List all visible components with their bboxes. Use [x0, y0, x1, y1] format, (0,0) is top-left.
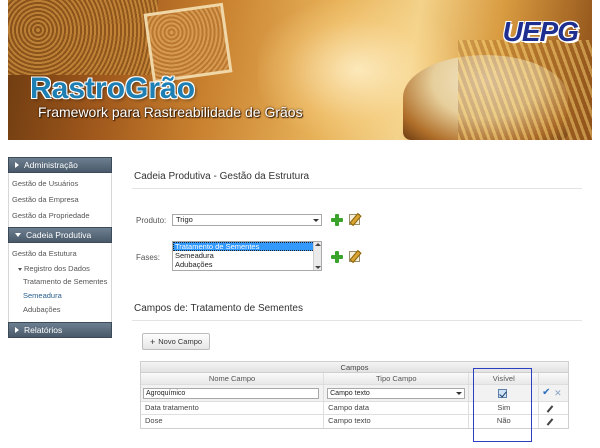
caret-down-icon [18, 267, 22, 271]
cell-visivel: Sim [469, 402, 540, 414]
sidebar-section-label: Cadeia Produtiva [26, 230, 92, 240]
sidebar-section-label: Administração [24, 160, 78, 170]
sidebar-item-empresa[interactable]: Gestão da Empresa [12, 192, 111, 208]
listbox-scrollbar[interactable] [313, 242, 321, 270]
column-header-nome[interactable]: Nome Campo [141, 373, 325, 384]
fields-table: Campos Nome Campo Tipo Campo Visível Agr… [140, 361, 569, 429]
campos-section-title: Campos de: Tratamento de Sementes [134, 303, 303, 314]
add-produto-icon[interactable] [331, 214, 343, 226]
table-caption: Campos [141, 362, 568, 373]
fases-option[interactable]: Adubações [173, 260, 321, 269]
scroll-up-icon [315, 243, 321, 246]
field-type-value: Campo texto [330, 390, 370, 397]
sidebar-section-body: Gestão da Estutura Registro dos Dados Tr… [8, 243, 112, 322]
new-field-button-label: Novo Campo [158, 337, 203, 346]
visible-checkbox[interactable] [498, 389, 508, 398]
sidebar-section-body: Gestão de Usuários Gestão da Empresa Ges… [8, 173, 112, 227]
cell-nome: Dose [141, 415, 325, 428]
header-banner: UEPG RastroGrão Framework para Rastreabi… [8, 0, 592, 140]
table-row-editing: Agroquímico Campo texto ✔ ✕ [141, 385, 568, 402]
edit-pencil-icon[interactable] [546, 418, 554, 426]
fases-label: Fases: [136, 253, 161, 262]
scroll-down-icon [315, 266, 321, 269]
wheat-stalks-image [458, 40, 592, 140]
new-field-button[interactable]: + Novo Campo [142, 333, 210, 350]
page-title: Cadeia Produtiva - Gestão da Estrutura [134, 171, 310, 182]
sidebar-item-propriedade[interactable]: Gestão da Propriedade [12, 208, 111, 224]
divider [132, 188, 582, 189]
edit-produto-icon[interactable] [349, 214, 360, 225]
produto-select-value: Trigo [176, 215, 193, 224]
uepg-logo: UEPG [502, 16, 579, 47]
app-brand-title: RastroGrão [30, 72, 196, 105]
sidebar-section-administracao[interactable]: Administração [8, 157, 112, 173]
dropdown-arrow-icon [455, 390, 463, 397]
sidebar-item-estrutura[interactable]: Gestão da Estutura [12, 246, 111, 262]
add-fase-icon[interactable] [331, 251, 343, 263]
sidebar-group-label: Registro dos Dados [24, 264, 90, 273]
table-header-row: Nome Campo Tipo Campo Visível [141, 373, 568, 385]
sidebar: Administração Gestão de Usuários Gestão … [8, 157, 112, 338]
save-check-icon[interactable]: ✔ [542, 387, 550, 399]
column-header-tipo[interactable]: Tipo Campo [324, 373, 470, 384]
chevron-right-icon [15, 327, 19, 333]
plus-icon: + [150, 336, 156, 347]
sidebar-item-usuarios[interactable]: Gestão de Usuários [12, 176, 111, 192]
fases-listbox[interactable]: Tratamento de Sementes Semeadura Adubaçõ… [172, 241, 322, 271]
cell-tipo: Campo texto [324, 415, 470, 428]
field-name-input[interactable]: Agroquímico [143, 388, 319, 399]
sidebar-item-adubacoes[interactable]: Adubações [12, 305, 111, 315]
produto-label: Produto: [136, 216, 167, 225]
sidebar-group-registro[interactable]: Registro dos Dados [12, 262, 111, 275]
fases-option[interactable]: Semeadura [173, 251, 321, 260]
app-tagline: Framework para Rastreabilidade de Grãos [38, 104, 303, 120]
edit-pencil-icon[interactable] [546, 405, 554, 413]
column-header-actions [539, 373, 568, 384]
sidebar-item-semeadura[interactable]: Semeadura [12, 291, 111, 301]
table-row[interactable]: Dose Campo texto Não [141, 415, 568, 428]
grain-pile-image [8, 0, 158, 75]
sidebar-section-cadeia-produtiva[interactable]: Cadeia Produtiva [8, 227, 112, 243]
field-type-select[interactable]: Campo texto [327, 388, 466, 399]
dropdown-arrow-icon [311, 216, 320, 224]
cancel-x-icon[interactable]: ✕ [554, 387, 562, 399]
sidebar-item-tratamento[interactable]: Tratamento de Sementes [12, 277, 111, 287]
produto-select[interactable]: Trigo [172, 214, 322, 226]
chevron-down-icon [15, 233, 21, 237]
divider [132, 320, 582, 321]
table-row[interactable]: Data tratamento Campo data Sim [141, 402, 568, 415]
edit-fase-icon[interactable] [349, 251, 360, 262]
cell-nome: Data tratamento [141, 402, 325, 414]
sidebar-section-relatorios[interactable]: Relatórios [8, 322, 112, 338]
cell-tipo: Campo data [324, 402, 470, 414]
fases-option-selected[interactable]: Tratamento de Sementes [173, 242, 321, 251]
chevron-right-icon [15, 162, 19, 168]
sidebar-section-label: Relatórios [24, 325, 63, 335]
column-header-visivel[interactable]: Visível [469, 373, 540, 384]
cell-visivel: Não [469, 415, 540, 428]
